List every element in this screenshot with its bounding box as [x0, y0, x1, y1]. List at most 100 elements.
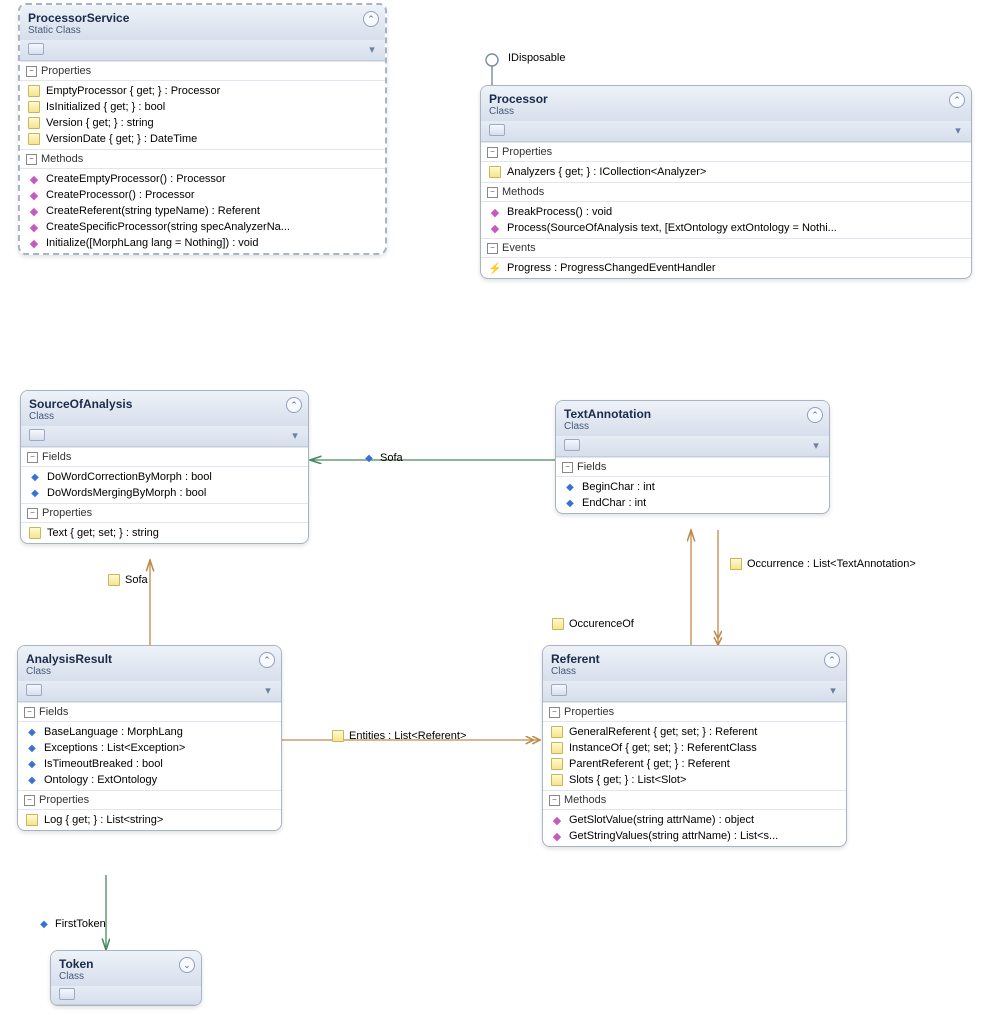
assoc-sofa-1: ◆ Sofa: [363, 452, 403, 464]
property-item[interactable]: Text { get; set; } : string: [21, 525, 308, 541]
filter-icon[interactable]: ▾: [261, 683, 275, 697]
method-icon: ◆: [28, 237, 40, 249]
referent-class[interactable]: Referent Class ⌃ ▾ −Properties GeneralRe…: [542, 645, 847, 847]
property-item[interactable]: Analyzers { get; } : ICollection<Analyze…: [481, 164, 971, 180]
property-icon: [551, 726, 563, 738]
properties-section[interactable]: −Properties: [481, 142, 971, 162]
properties-section[interactable]: −Properties: [21, 503, 308, 523]
fields-section[interactable]: −Fields: [21, 447, 308, 467]
assoc-first-token: ◆ FirstToken: [38, 918, 106, 930]
property-icon: [28, 133, 40, 145]
analysis-result-class[interactable]: AnalysisResult Class ⌃ ▾ −Fields ◆BaseLa…: [17, 645, 282, 831]
fields-section[interactable]: −Fields: [18, 702, 281, 722]
property-icon: [489, 166, 501, 178]
tag-icon: [564, 439, 580, 451]
fields-section[interactable]: −Fields: [556, 457, 829, 477]
method-item[interactable]: ◆GetStringValues(string attrName) : List…: [543, 828, 846, 844]
text-annotation-class[interactable]: TextAnnotation Class ⌃ ▾ −Fields ◆BeginC…: [555, 400, 830, 514]
collapse-icon[interactable]: ⌃: [363, 11, 379, 27]
property-item[interactable]: Slots { get; } : List<Slot>: [543, 772, 846, 788]
tag-icon: [29, 429, 45, 441]
field-icon: ◆: [564, 481, 576, 493]
collapse-icon[interactable]: ⌃: [286, 397, 302, 413]
event-icon: ⚡: [489, 262, 501, 274]
methods-section[interactable]: −Methods: [481, 182, 971, 202]
property-item[interactable]: ParentReferent { get; } : Referent: [543, 756, 846, 772]
field-item[interactable]: ◆BaseLanguage : MorphLang: [18, 724, 281, 740]
field-item[interactable]: ◆BeginChar : int: [556, 479, 829, 495]
events-section[interactable]: −Events: [481, 238, 971, 258]
field-item[interactable]: ◆Ontology : ExtOntology: [18, 772, 281, 788]
class-stereotype: Class: [564, 421, 821, 432]
sub-bar: ▾: [556, 436, 829, 457]
expand-icon[interactable]: ⌄: [179, 957, 195, 973]
class-stereotype: Class: [59, 971, 193, 982]
property-item[interactable]: EmptyProcessor { get; } : Processor: [20, 83, 385, 99]
filter-icon[interactable]: ▾: [809, 438, 823, 452]
field-icon: ◆: [26, 726, 38, 738]
method-item[interactable]: ◆CreateProcessor() : Processor: [20, 187, 385, 203]
properties-section[interactable]: −Properties: [543, 702, 846, 722]
class-header: AnalysisResult Class ⌃: [18, 646, 281, 681]
property-icon: [26, 814, 38, 826]
method-item[interactable]: ◆CreateEmptyProcessor() : Processor: [20, 171, 385, 187]
field-item[interactable]: ◆DoWordCorrectionByMorph : bool: [21, 469, 308, 485]
property-item[interactable]: VersionDate { get; } : DateTime: [20, 131, 385, 147]
property-item[interactable]: Log { get; } : List<string>: [18, 812, 281, 828]
property-icon: [28, 101, 40, 113]
sub-bar: ▾: [18, 681, 281, 702]
class-name: TextAnnotation: [564, 407, 821, 421]
class-stereotype: Class: [26, 666, 273, 677]
methods-section[interactable]: −Methods: [20, 149, 385, 169]
class-name: ProcessorService: [28, 11, 377, 25]
class-header: Processor Class ⌃: [481, 86, 971, 121]
method-item[interactable]: ◆CreateSpecificProcessor(string specAnal…: [20, 219, 385, 235]
property-item[interactable]: InstanceOf { get; set; } : ReferentClass: [543, 740, 846, 756]
method-item[interactable]: ◆GetSlotValue(string attrName) : object: [543, 812, 846, 828]
processor-class[interactable]: Processor Class ⌃ ▾ −Properties Analyzer…: [480, 85, 972, 279]
filter-icon[interactable]: ▾: [288, 428, 302, 442]
sub-bar: ▾: [543, 681, 846, 702]
sub-bar: ▾: [21, 426, 308, 447]
class-header: Referent Class ⌃: [543, 646, 846, 681]
class-header: SourceOfAnalysis Class ⌃: [21, 391, 308, 426]
collapse-icon[interactable]: ⌃: [949, 92, 965, 108]
property-icon: [29, 527, 41, 539]
property-icon: [28, 117, 40, 129]
method-icon: ◆: [489, 222, 501, 234]
property-item[interactable]: Version { get; } : string: [20, 115, 385, 131]
assoc-sofa-2: Sofa: [108, 574, 148, 586]
collapse-icon[interactable]: ⌃: [824, 652, 840, 668]
field-item[interactable]: ◆EndChar : int: [556, 495, 829, 511]
filter-icon[interactable]: ▾: [365, 42, 379, 56]
methods-section[interactable]: −Methods: [543, 790, 846, 810]
property-icon: [28, 85, 40, 97]
token-class[interactable]: Token Class ⌄: [50, 950, 202, 1006]
tag-icon: [28, 43, 44, 55]
property-icon: [551, 742, 563, 754]
properties-section[interactable]: −Properties: [20, 61, 385, 81]
event-item[interactable]: ⚡Progress : ProgressChangedEventHandler: [481, 260, 971, 276]
field-item[interactable]: ◆DoWordsMergingByMorph : bool: [21, 485, 308, 501]
tag-icon: [26, 684, 42, 696]
property-item[interactable]: IsInitialized { get; } : bool: [20, 99, 385, 115]
property-item[interactable]: GeneralReferent { get; set; } : Referent: [543, 724, 846, 740]
method-item[interactable]: ◆Process(SourceOfAnalysis text, [ExtOnto…: [481, 220, 971, 236]
method-item[interactable]: ◆Initialize([MorphLang lang = Nothing]) …: [20, 235, 385, 251]
field-item[interactable]: ◆Exceptions : List<Exception>: [18, 740, 281, 756]
filter-icon[interactable]: ▾: [951, 123, 965, 137]
sub-bar: [51, 986, 201, 1005]
processor-service-class[interactable]: ProcessorService Static Class ⌃ ▾ −Prope…: [18, 3, 387, 255]
property-icon: [551, 774, 563, 786]
properties-section[interactable]: −Properties: [18, 790, 281, 810]
field-item[interactable]: ◆IsTimeoutBreaked : bool: [18, 756, 281, 772]
class-name: Token: [59, 957, 193, 971]
method-item[interactable]: ◆BreakProcess() : void: [481, 204, 971, 220]
field-icon: ◆: [363, 452, 375, 464]
method-item[interactable]: ◆CreateReferent(string typeName) : Refer…: [20, 203, 385, 219]
class-header: ProcessorService Static Class ⌃: [20, 5, 385, 40]
collapse-icon[interactable]: ⌃: [807, 407, 823, 423]
collapse-icon[interactable]: ⌃: [259, 652, 275, 668]
source-of-analysis-class[interactable]: SourceOfAnalysis Class ⌃ ▾ −Fields ◆DoWo…: [20, 390, 309, 544]
filter-icon[interactable]: ▾: [826, 683, 840, 697]
